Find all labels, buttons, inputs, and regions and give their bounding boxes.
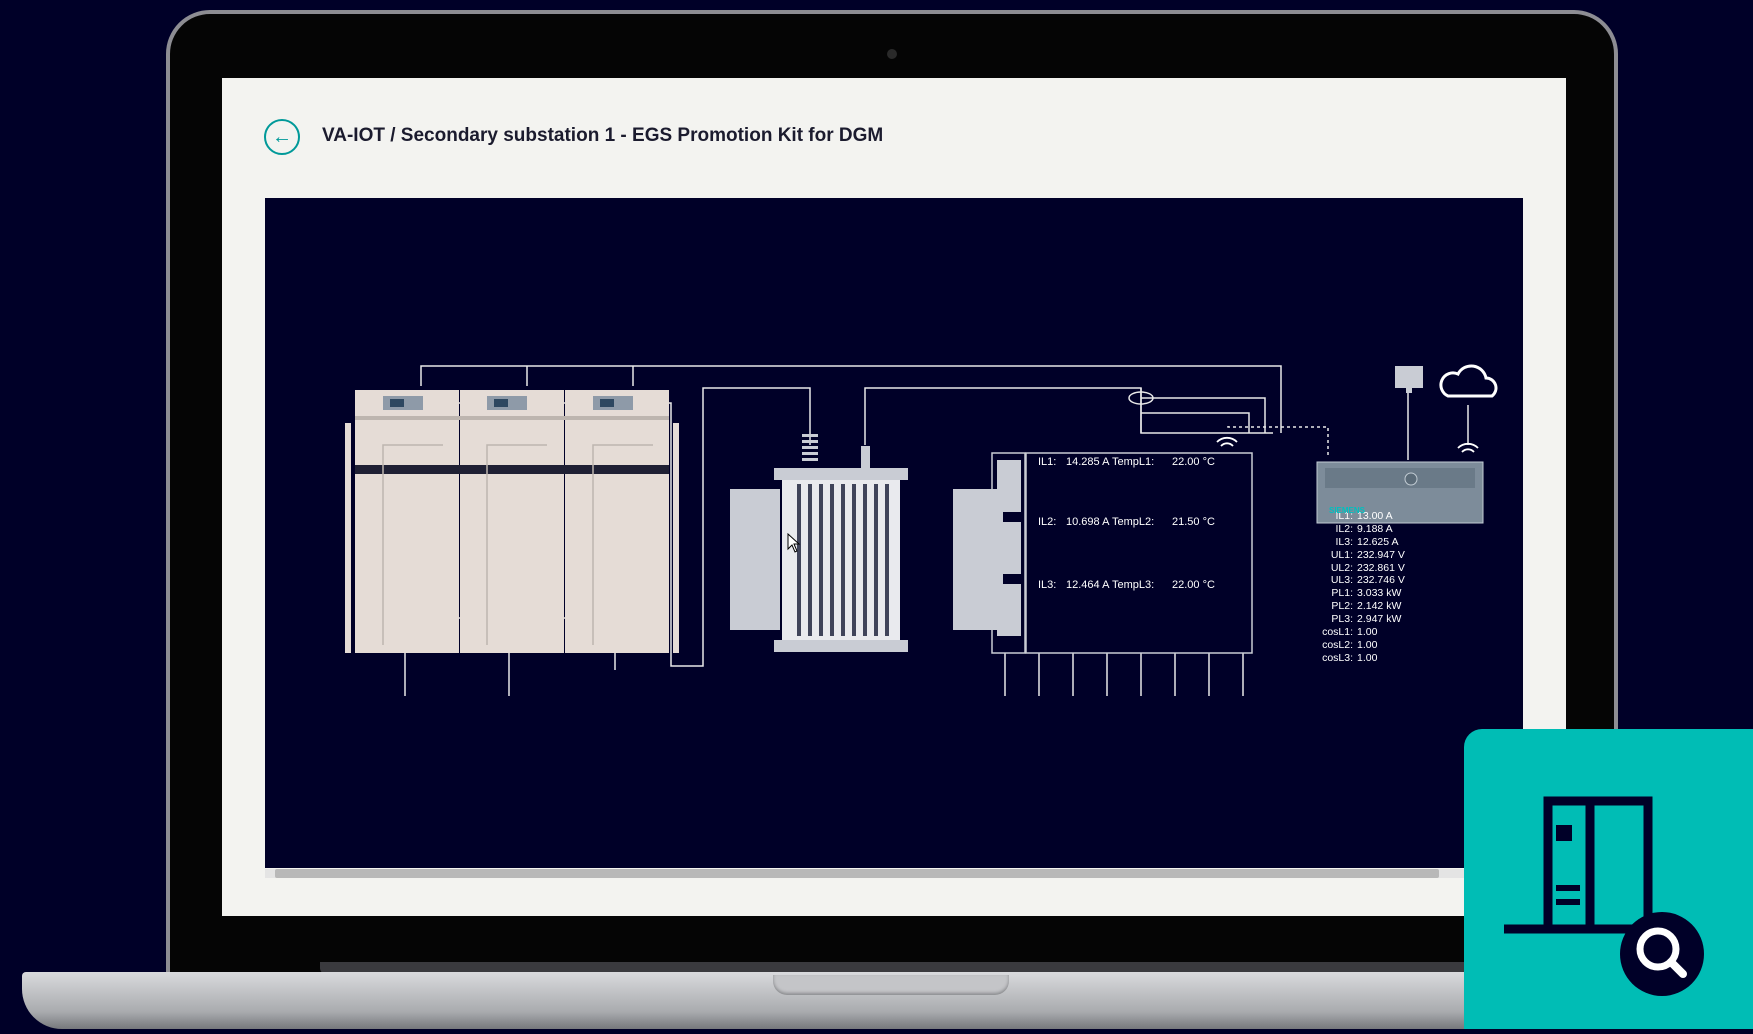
lv-temp-label: TempL3:: [1112, 579, 1155, 591]
cloud-icon: [1439, 364, 1498, 398]
webcam: [887, 49, 897, 59]
lv-current-value: 10.698 A: [1066, 516, 1110, 528]
gateway-reading-value: 232.947 V: [1357, 548, 1405, 561]
gateway-reading-value: 232.861 V: [1357, 561, 1405, 574]
gateway-reading-label: cosL3:: [1322, 651, 1353, 664]
app-screen: ← VA-IOT / Secondary substation 1 - EGS …: [222, 78, 1566, 916]
gateway-reading-label: PL3:: [1331, 613, 1353, 626]
gateway-reading-label: PL2:: [1331, 600, 1353, 613]
gateway-reading-value: 2.142 kW: [1357, 600, 1402, 613]
gateway-reading-value: 1.00: [1357, 638, 1378, 651]
transformer: [730, 434, 1003, 652]
gateway-reading-value: 9.188 A: [1357, 522, 1393, 535]
lv-phase-label: IL1:: [1038, 456, 1057, 468]
page-title: VA-IOT / Secondary substation 1 - EGS Pr…: [322, 125, 884, 146]
lv-distribution: [991, 452, 1253, 654]
gateway-reading-value: 232.746 V: [1357, 574, 1405, 587]
lv-current-value: 12.464 A: [1066, 579, 1110, 591]
lv-temp-value: 22.00 °C: [1172, 456, 1215, 468]
lv-phase-label: IL2:: [1038, 516, 1057, 528]
cursor-icon: [787, 533, 801, 553]
gateway-reading-label: UL2:: [1330, 561, 1353, 574]
monitor-icon: [1395, 366, 1423, 393]
lv-temp-value: 21.50 °C: [1172, 516, 1215, 528]
gateway-reading-value: 3.033 kW: [1357, 587, 1402, 600]
lv-temp-label: TempL2:: [1112, 516, 1155, 528]
scroll-thumb[interactable]: [275, 869, 1439, 878]
gateway-reading-label: IL3:: [1335, 535, 1353, 548]
laptop-notch: [773, 975, 1009, 995]
gateway-reading-label: IL2:: [1335, 522, 1353, 535]
horizontal-scrollbar[interactable]: [265, 869, 1523, 878]
gateway-brand: SIEMENS: [1329, 506, 1366, 515]
lv-current-value: 14.285 A: [1066, 456, 1110, 468]
gateway-reading-value: 2.947 kW: [1357, 613, 1402, 626]
gateway-reading-label: cosL1:: [1322, 626, 1353, 639]
magnifier-icon: [1620, 912, 1704, 996]
lv-phase-label: IL3:: [1038, 579, 1057, 591]
gateway-reading-label: PL1:: [1331, 587, 1353, 600]
gateway-reading-value: 12.625 A: [1357, 535, 1399, 548]
mv-switchgear: [345, 390, 679, 653]
arrow-left-icon: ←: [272, 125, 292, 148]
gateway-reading-value: 1.00: [1357, 651, 1378, 664]
lv-temp-value: 22.00 °C: [1172, 579, 1215, 591]
substation-diagram[interactable]: IL1: 14.285 A TempL1: 22.00 °C IL2: 10.698 AT…: [265, 198, 1523, 868]
back-button[interactable]: ←: [264, 119, 300, 155]
gateway-reading-value: 1.00: [1357, 626, 1378, 639]
substation-icon: [1504, 796, 1704, 996]
wifi-icon: [1216, 436, 1479, 453]
gateway-reading-label: UL1:: [1330, 548, 1353, 561]
gateway-reading-label: UL3:: [1330, 574, 1353, 587]
substation-search-badge: [1464, 729, 1753, 1029]
lv-temp-label: TempL1:: [1112, 456, 1155, 468]
gateway-reading-label: cosL2:: [1322, 638, 1353, 651]
